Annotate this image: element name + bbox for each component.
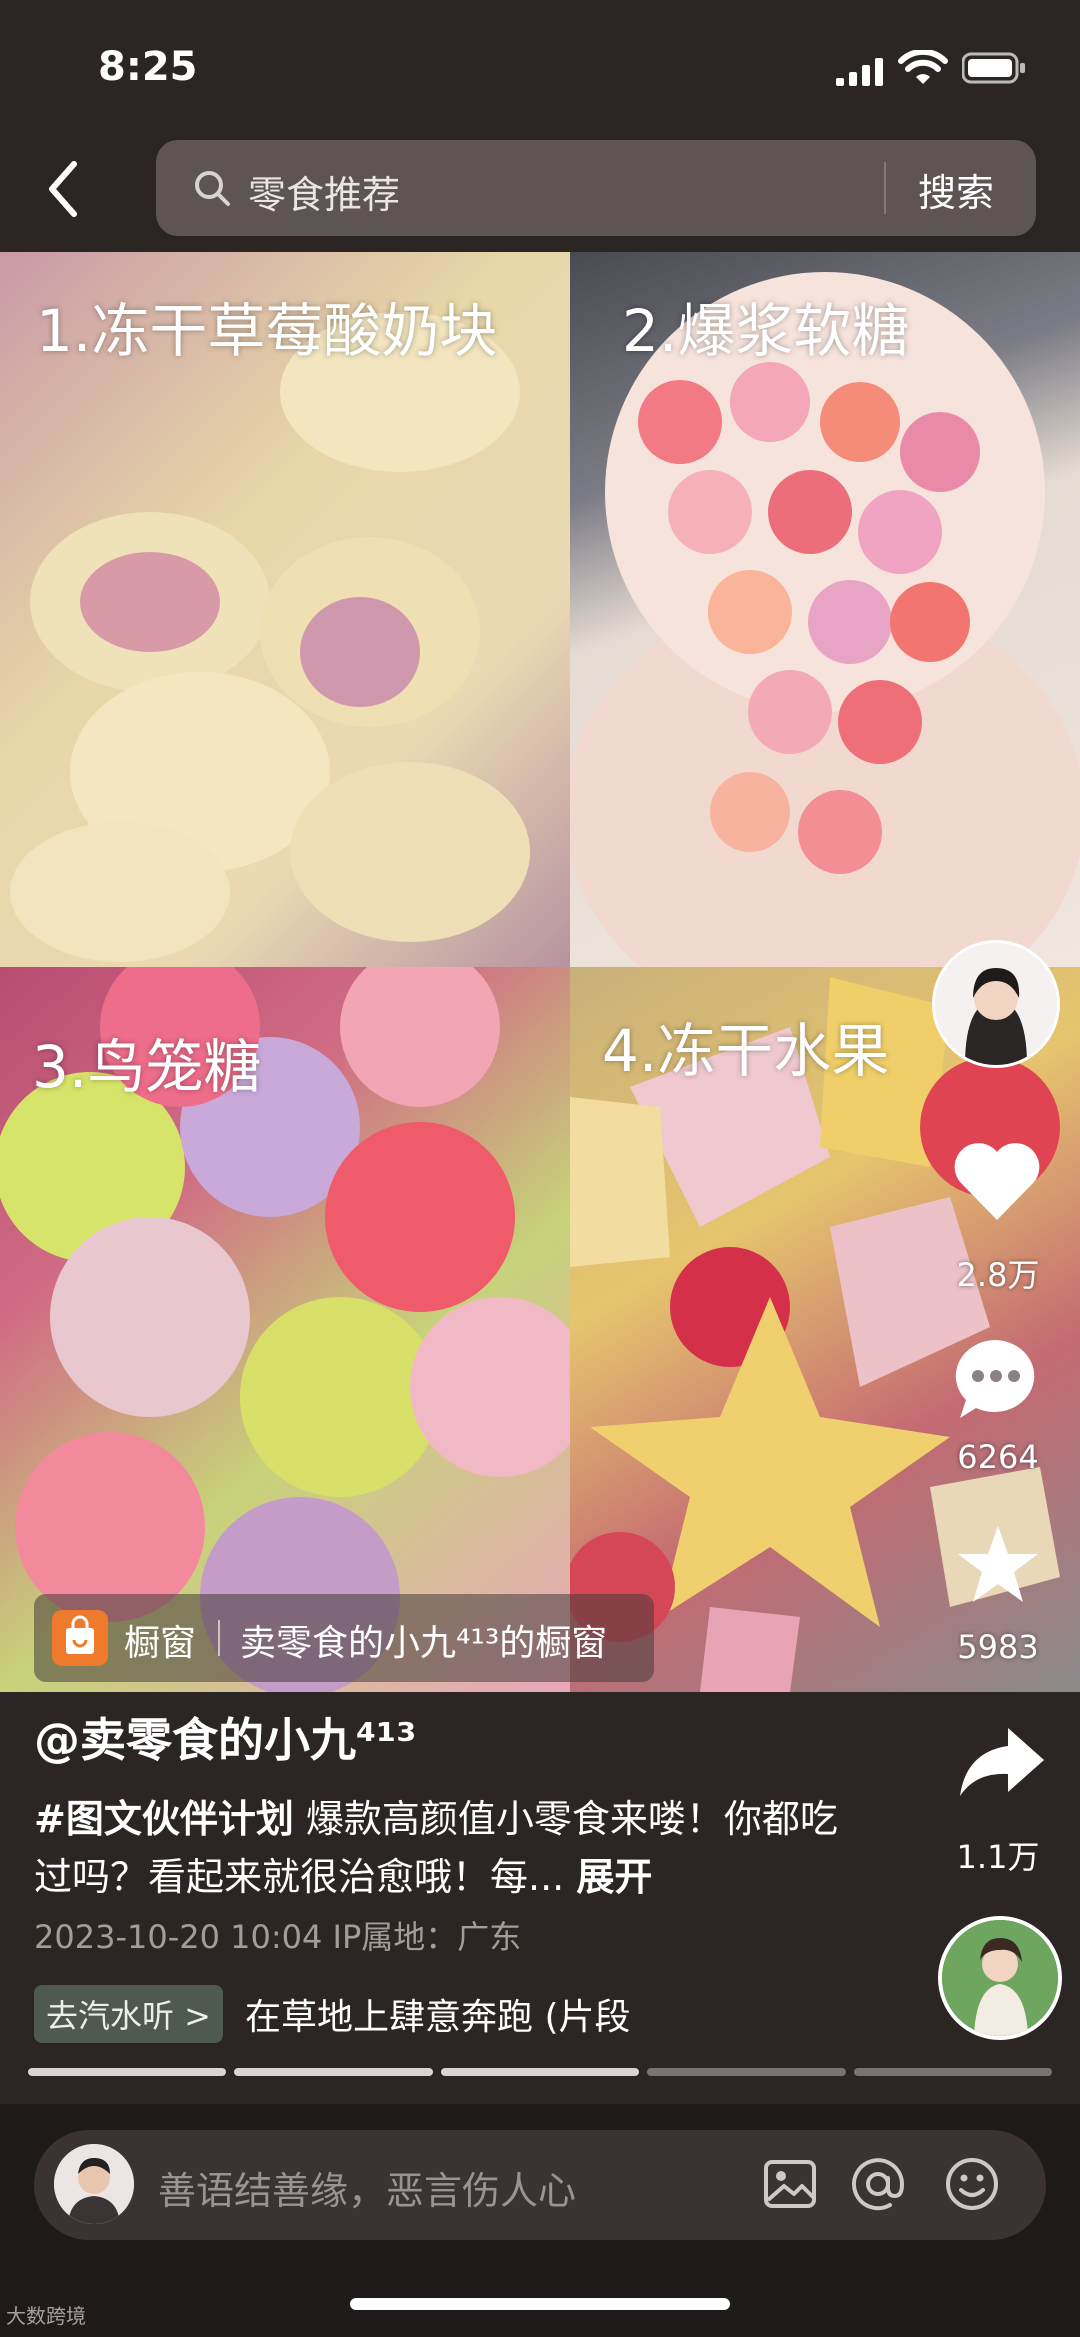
favorite-count: 5983 — [957, 1628, 1039, 1666]
tile-label-3: 3.鸟笼糖 — [32, 1033, 262, 1101]
post-meta: 2023-10-20 10:04 IP属地：广东 — [34, 1918, 522, 1956]
comment-icon[interactable] — [952, 1336, 1040, 1422]
comment-count: 6264 — [957, 1438, 1039, 1476]
image-page-progress — [28, 2068, 1053, 2076]
page-indicator-4 — [647, 2068, 846, 2076]
search-divider — [884, 162, 886, 214]
shop-divider — [218, 1620, 220, 1656]
search-input[interactable]: 零食推荐 — [248, 164, 400, 219]
expand-button[interactable]: 展开 — [576, 1855, 652, 1899]
mention-at-icon[interactable] — [848, 2154, 908, 2214]
shop-window-label: 橱窗 — [124, 1623, 197, 1664]
like-count: 2.8万 — [956, 1256, 1040, 1294]
author-avatar[interactable] — [932, 940, 1060, 1068]
music-title: 在草地上肆意奔跑 (片段 — [245, 1997, 631, 2038]
image-picker-icon[interactable] — [760, 2154, 820, 2214]
emoji-icon[interactable] — [942, 2154, 1002, 2214]
my-avatar — [54, 2144, 134, 2224]
search-button[interactable]: 搜索 — [918, 162, 994, 217]
search-bar[interactable]: 零食推荐 搜索 — [156, 140, 1036, 236]
comment-input[interactable]: 善语结善缘，恶言伤人心 — [158, 2160, 576, 2215]
page-indicator-1 — [28, 2068, 227, 2076]
shop-window-name: 卖零食的小九⁴¹³的橱窗 — [240, 1623, 608, 1664]
page-indicator-2 — [234, 2068, 433, 2076]
comment-input-bar[interactable]: 善语结善缘，恶言伤人心 — [34, 2130, 1046, 2240]
page-indicator-3 — [440, 2068, 640, 2076]
my-avatar-image — [54, 2144, 134, 2224]
tile-label-4: 4.冻干水果 — [602, 1017, 890, 1085]
cellular-signal-icon — [836, 58, 883, 86]
tile-label-1: 1.冻干草莓酸奶块 — [36, 297, 498, 365]
author-name[interactable]: @卖零食的小九⁴¹³ — [34, 1704, 416, 1770]
status-time: 8:25 — [98, 44, 198, 90]
wifi-icon — [898, 50, 948, 84]
open-in-qishui-button[interactable]: 去汽水听 > — [34, 1985, 223, 2043]
shopping-bag-icon — [52, 1610, 108, 1666]
post-description: #图文伙伴计划 爆款高颜值小零食来喽！你都吃过吗？看起来就很治愈哦！每... 展… — [34, 1790, 854, 1906]
music-row[interactable]: 去汽水听 > 在草地上肆意奔跑 (片段 — [34, 1985, 665, 2043]
music-cover-image — [942, 1920, 1058, 2036]
share-count: 1.1万 — [956, 1838, 1040, 1876]
watermark-text: 大数跨境 — [6, 2304, 86, 2328]
status-bar: 8:25 — [0, 0, 1080, 140]
hashtag-link[interactable]: #图文伙伴计划 — [34, 1797, 294, 1841]
post-image-collage[interactable]: 1.冻干草莓酸奶块 2.爆浆软糖 3.鸟笼糖 4.冻干水果 — [0, 252, 1080, 1692]
music-disc[interactable] — [938, 1916, 1062, 2040]
home-indicator — [350, 2298, 730, 2310]
author-avatar-image — [935, 943, 1057, 1065]
like-heart-icon[interactable] — [952, 1140, 1042, 1222]
shop-window-link[interactable]: 橱窗 卖零食的小九⁴¹³的橱窗 — [34, 1594, 654, 1682]
share-arrow-icon[interactable] — [958, 1724, 1046, 1800]
page-indicator-5 — [853, 2068, 1053, 2076]
back-icon[interactable] — [40, 156, 90, 222]
search-icon — [195, 171, 230, 206]
battery-icon — [962, 52, 1025, 84]
tile-label-2: 2.爆浆软糖 — [622, 297, 910, 365]
favorite-star-icon[interactable] — [956, 1524, 1040, 1604]
